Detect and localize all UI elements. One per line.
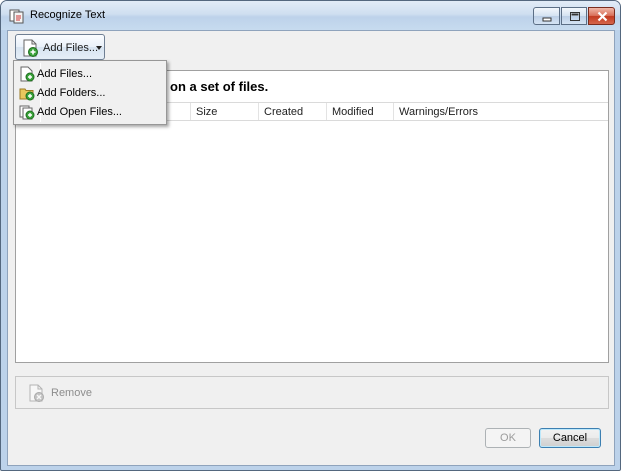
add-file-icon [21,39,39,60]
title-bar[interactable]: Recognize Text [1,1,620,30]
remove-button[interactable]: Remove [25,381,105,405]
close-icon [597,11,608,22]
close-button[interactable] [588,7,615,25]
add-file-icon [19,66,35,85]
panel-heading: R on a set of files. [157,79,269,94]
column-header-modified-label: Modified [332,106,374,118]
remove-label: Remove [51,387,92,399]
add-files-dropdown-menu: Add Files... Add Folders... Add Open Fil… [13,60,167,125]
add-open-files-icon [19,104,35,123]
window-title: Recognize Text [30,9,106,21]
menu-item-add-files-label: Add Files... [37,68,93,80]
column-header-warnings[interactable]: Warnings/Errors [394,103,608,120]
add-folder-icon [19,85,35,104]
menu-item-add-files[interactable]: Add Files... [16,65,164,83]
column-header-size-label: Size [196,106,218,118]
column-header-created[interactable]: Created [259,103,327,120]
minimize-button[interactable] [533,7,560,25]
file-actions-panel: Remove [15,376,609,409]
remove-file-icon [27,384,45,405]
chevron-down-icon[interactable] [96,46,102,50]
column-header-created-label: Created [264,106,304,118]
recognize-text-icon [9,8,25,24]
add-files-label: Add Files... [43,42,99,54]
maximize-icon [570,12,580,21]
menu-item-add-open-files[interactable]: Add Open Files... [16,103,164,121]
maximize-button[interactable] [561,7,587,25]
ok-button[interactable]: OK [485,428,531,448]
menu-item-add-folders-label: Add Folders... [37,87,106,99]
column-header-modified[interactable]: Modified [327,103,394,120]
column-header-warnings-label: Warnings/Errors [399,106,479,118]
dialog-window: Recognize Text Add Files... R on a set o… [0,0,621,471]
menu-item-add-open-files-label: Add Open Files... [37,106,122,118]
add-files-split-button[interactable]: Add Files... [15,34,105,60]
column-header-size[interactable]: Size [191,103,259,120]
minimize-icon [542,17,552,22]
cancel-button[interactable]: Cancel [539,428,601,448]
menu-item-add-folders[interactable]: Add Folders... [16,84,164,102]
